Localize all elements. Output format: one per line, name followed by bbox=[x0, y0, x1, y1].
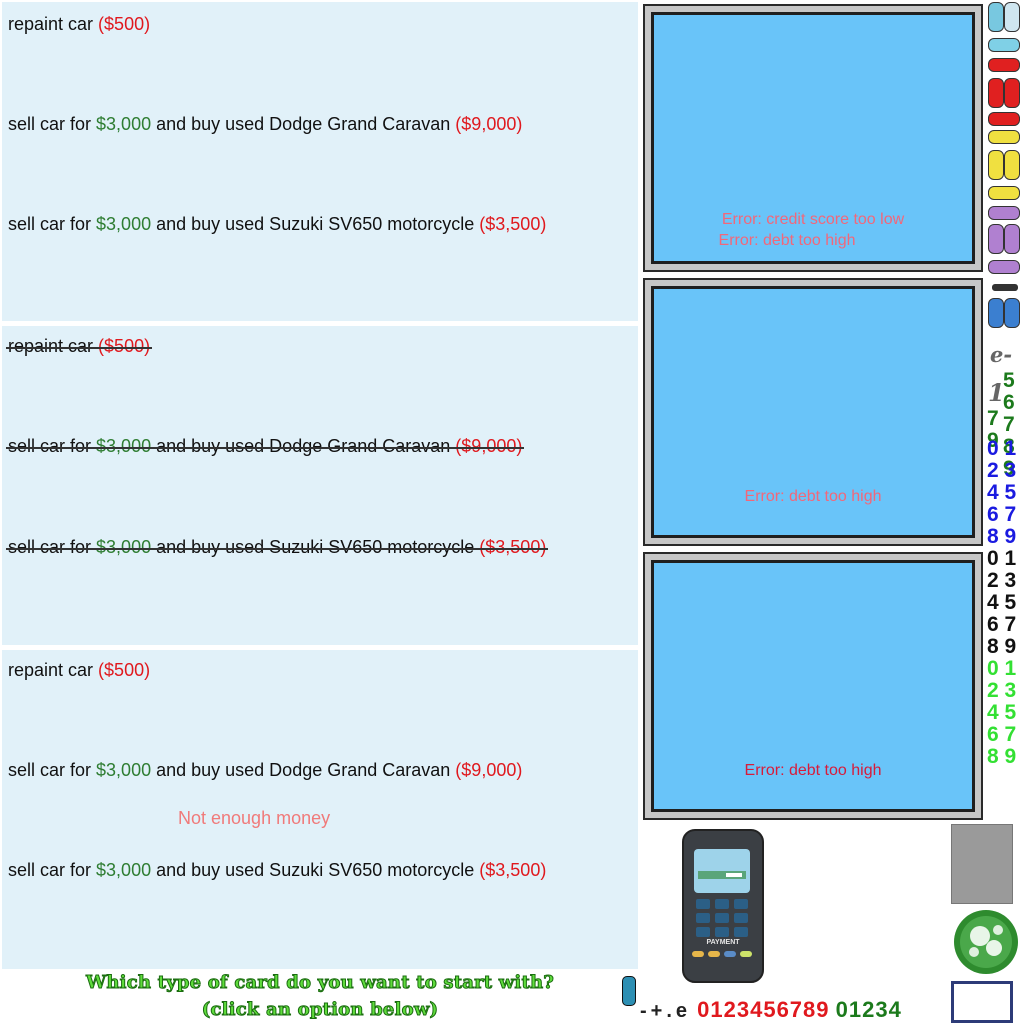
option-repaint[interactable]: repaint car ($500) bbox=[5, 336, 153, 357]
option-label: and buy used Dodge Grand Caravan bbox=[156, 436, 451, 456]
price-amount: ($9,000) bbox=[455, 114, 523, 134]
bottom-digit-strip: -+.e 0123456789 01234 bbox=[640, 997, 902, 1023]
car-sprite bbox=[988, 260, 1020, 274]
option-text: sell car for $3,000 and buy used Suzuki SV… bbox=[8, 860, 546, 881]
motorcycle-sprite bbox=[992, 284, 1018, 291]
option-label: and buy used Suzuki SV650 motorcycle bbox=[156, 214, 475, 234]
green-digit-glyphs: 01234 bbox=[835, 997, 902, 1022]
font-column-black: 0 1 2 3 4 5 6 7 8 9 bbox=[987, 547, 1017, 658]
option-panel-3: repaint car ($500) sell car for $3,000 and … bbox=[2, 650, 638, 969]
option-label: and buy used Dodge Grand Caravan bbox=[156, 760, 451, 780]
bush-sprite bbox=[952, 908, 1020, 976]
option-label: sell car for bbox=[8, 436, 92, 456]
not-enough-money-note: Not enough money bbox=[178, 808, 331, 828]
option-label: and buy used Dodge Grand Caravan bbox=[156, 114, 451, 134]
option-text: repaint car ($500) bbox=[8, 660, 150, 681]
price-amount: ($3,500) bbox=[479, 860, 547, 880]
car-sprite bbox=[1004, 224, 1020, 254]
sale-amount: $3,000 bbox=[96, 114, 152, 134]
screen-display: Error: credit score too low Error: debt … bbox=[651, 12, 975, 264]
sale-amount: $3,000 bbox=[96, 537, 152, 557]
sale-amount: $3,000 bbox=[96, 214, 152, 234]
price-amount: ($3,500) bbox=[479, 537, 547, 557]
card-prompt-subtitle: (click an option below) bbox=[201, 999, 439, 1021]
option-text: sell car for $3,000 and buy used Dodge Gra… bbox=[5, 436, 525, 457]
car-sprite bbox=[1004, 150, 1020, 180]
car-sprite bbox=[988, 112, 1020, 126]
font-glyph-e-dash: e- bbox=[990, 342, 1013, 367]
option-sell-buy-caravan[interactable]: sell car for $3,000 and buy used Dodge Gra… bbox=[5, 436, 525, 457]
car-sprite bbox=[1004, 298, 1020, 328]
sale-amount: $3,000 bbox=[96, 860, 152, 880]
terminal-label: PAYMENT bbox=[706, 939, 740, 946]
font-column-blue: 0 1 2 3 4 5 6 7 8 9 bbox=[987, 437, 1017, 548]
car-sprite bbox=[988, 130, 1020, 144]
error-line: Error: debt too high bbox=[718, 232, 856, 249]
sale-amount: $3,000 bbox=[96, 760, 152, 780]
error-line: Error: credit score too low bbox=[721, 211, 905, 228]
option-sell-buy-caravan[interactable]: sell car for $3,000 and buy used Dodge Gra… bbox=[8, 114, 522, 135]
option-label: repaint car bbox=[8, 660, 94, 680]
option-text: sell car for $3,000 and buy used Suzuki SV… bbox=[5, 537, 549, 558]
error-line: Error: debt too high bbox=[744, 762, 882, 779]
car-sprite bbox=[988, 224, 1004, 254]
error-screen-2: Error: debt too high bbox=[643, 278, 983, 546]
option-repaint[interactable]: repaint car ($500) bbox=[8, 14, 150, 35]
car-sprite bbox=[988, 186, 1020, 200]
car-sprite bbox=[988, 206, 1020, 220]
price-amount: ($9,000) bbox=[455, 436, 523, 456]
option-text: sell car for $3,000 and buy used Dodge Gra… bbox=[8, 114, 522, 135]
error-line: Error: debt too high bbox=[744, 488, 882, 505]
sale-amount: $3,000 bbox=[96, 436, 152, 456]
option-label: sell car for bbox=[8, 760, 92, 780]
font-column-brightgreen: 0 1 2 3 4 5 6 7 8 9 bbox=[987, 657, 1017, 768]
car-sprite bbox=[1004, 78, 1020, 108]
empty-frame bbox=[951, 981, 1013, 1023]
error-screen-3: Error: debt too high bbox=[643, 552, 983, 820]
car-sprite bbox=[988, 38, 1020, 52]
screen-display: Error: debt too high bbox=[651, 560, 975, 812]
option-text: sell car for $3,000 and buy used Dodge Gra… bbox=[8, 760, 522, 781]
car-sprite bbox=[988, 2, 1004, 32]
option-sell-buy-motorcycle[interactable]: sell car for $3,000 and buy used Suzuki SV… bbox=[8, 214, 546, 235]
option-label: sell car for bbox=[8, 860, 92, 880]
red-digit-glyphs: 0123456789 bbox=[697, 997, 830, 1022]
option-sell-buy-motorcycle[interactable]: sell car for $3,000 and buy used Suzuki SV… bbox=[5, 537, 549, 558]
option-panel-2: repaint car ($500) sell car for $3,000 and … bbox=[2, 326, 638, 645]
car-sprite bbox=[1004, 2, 1020, 32]
card-prompt-title: Which type of card do you want to start … bbox=[85, 972, 555, 994]
option-label: sell car for bbox=[8, 114, 92, 134]
option-label: and buy used Suzuki SV650 motorcycle bbox=[156, 860, 475, 880]
grey-tile bbox=[951, 824, 1013, 904]
car-sprite bbox=[988, 58, 1020, 72]
option-text: repaint car ($500) bbox=[5, 336, 153, 357]
option-sell-buy-motorcycle[interactable]: sell car for $3,000 and buy used Suzuki SV… bbox=[8, 860, 546, 881]
error-screen-1: Error: credit score too low Error: debt … bbox=[643, 4, 983, 272]
price-amount: ($3,500) bbox=[479, 214, 547, 234]
option-label: sell car for bbox=[8, 537, 92, 557]
price-amount: ($500) bbox=[98, 660, 151, 680]
option-label: repaint car bbox=[8, 14, 94, 34]
car-sprite bbox=[988, 78, 1004, 108]
option-panel-1: repaint car ($500) sell car for $3,000 and … bbox=[2, 2, 638, 321]
option-label: repaint car bbox=[8, 336, 94, 356]
symbol-glyphs: -+.e bbox=[640, 1000, 692, 1022]
price-amount: ($9,000) bbox=[455, 760, 523, 780]
payment-terminal: PAYMENT bbox=[682, 829, 764, 983]
option-text: sell car for $3,000 and buy used Suzuki SV… bbox=[8, 214, 546, 235]
price-amount: ($500) bbox=[98, 336, 151, 356]
screen-display: Error: debt too high bbox=[651, 286, 975, 538]
option-repaint[interactable]: repaint car ($500) bbox=[8, 660, 150, 681]
car-sprite bbox=[988, 150, 1004, 180]
option-sell-buy-caravan[interactable]: sell car for $3,000 and buy used Dodge Gra… bbox=[8, 760, 522, 781]
option-label: and buy used Suzuki SV650 motorcycle bbox=[156, 537, 475, 557]
car-sprite bbox=[988, 298, 1004, 328]
option-text: repaint car ($500) bbox=[8, 14, 150, 35]
option-label: sell car for bbox=[8, 214, 92, 234]
price-amount: ($500) bbox=[98, 14, 151, 34]
small-car-icon bbox=[622, 976, 636, 1006]
